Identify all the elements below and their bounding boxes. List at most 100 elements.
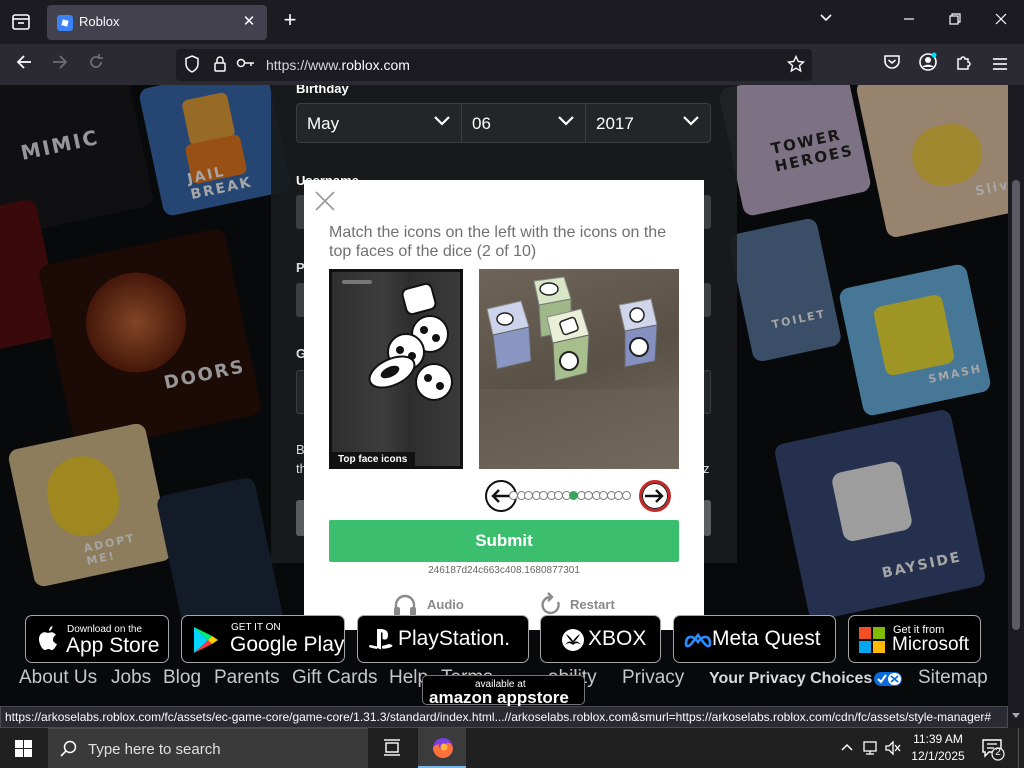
- clock-time: 11:39 AM: [913, 732, 963, 746]
- birthday-month-select[interactable]: May: [296, 103, 462, 143]
- audio-label: Audio: [427, 597, 464, 612]
- task-view-button[interactable]: [372, 728, 412, 768]
- tab-list-icon: [12, 14, 30, 30]
- tab-title: Roblox: [79, 14, 120, 29]
- volume-muted-icon[interactable]: [884, 740, 902, 756]
- account-button[interactable]: [915, 52, 941, 78]
- url-prefix: https://www.: [266, 57, 342, 73]
- password-field-edge: [703, 283, 711, 317]
- day-value: 06: [472, 114, 491, 133]
- birthday-day-select[interactable]: 06: [461, 103, 586, 143]
- close-icon: [315, 191, 335, 211]
- app-menu-button[interactable]: [987, 52, 1013, 78]
- username-field-edge: [703, 195, 711, 229]
- pager-dot[interactable]: [621, 491, 631, 500]
- chevron-down-icon: [558, 116, 574, 126]
- tray-overflow-chevron-icon[interactable]: [838, 740, 856, 756]
- restart-label: Restart: [570, 597, 615, 612]
- footer-link-privacy[interactable]: Privacy: [622, 667, 684, 689]
- microsoft-logo-icon: [859, 627, 885, 653]
- birthday-label: Birthday: [296, 85, 349, 96]
- system-clock[interactable]: 11:39 AM 12/1/2025: [903, 731, 973, 765]
- page-scrollbar[interactable]: [1008, 85, 1024, 706]
- minimize-icon: [904, 18, 914, 20]
- extensions-button[interactable]: [951, 52, 977, 78]
- minimize-button[interactable]: [895, 8, 923, 36]
- scrollbar-thumb[interactable]: [1012, 180, 1020, 630]
- list-all-tabs-button[interactable]: [812, 8, 840, 36]
- tracking-protection-shield-icon[interactable]: [182, 55, 202, 75]
- restore-button[interactable]: [941, 8, 969, 36]
- birthday-year-select[interactable]: 2017: [585, 103, 711, 143]
- playstation-text: PlayStation.: [398, 627, 511, 650]
- url-bar[interactable]: https://www.roblox.com: [176, 49, 812, 81]
- start-button[interactable]: [0, 728, 48, 768]
- back-button[interactable]: [11, 52, 37, 78]
- url-text[interactable]: https://www.roblox.com: [266, 57, 410, 73]
- captcha-close-button[interactable]: [314, 190, 336, 212]
- footer-link-gift-cards[interactable]: Gift Cards: [292, 667, 378, 689]
- microsoft-big-text: Microsoft: [892, 634, 970, 655]
- playstation-badge[interactable]: PlayStation.: [357, 615, 529, 663]
- amazon-big-text: amazon appstore: [429, 688, 569, 706]
- submit-button[interactable]: Submit: [329, 520, 679, 562]
- notification-center-button[interactable]: 2: [980, 736, 1006, 762]
- arrow-right-icon: [645, 489, 664, 503]
- chevron-down-icon: [683, 116, 699, 126]
- image-pager: [479, 480, 679, 512]
- meta-logo-icon: [684, 632, 712, 648]
- footer-link-blog[interactable]: Blog: [163, 667, 201, 689]
- back-arrow-icon: [16, 55, 31, 69]
- navigation-toolbar: https://www.roblox.com: [0, 44, 1024, 85]
- microsoft-store-badge[interactable]: Get it from Microsoft: [848, 615, 981, 663]
- pocket-icon: [884, 55, 900, 69]
- new-tab-button[interactable]: +: [278, 9, 302, 33]
- status-corner: [1008, 706, 1024, 728]
- network-icon[interactable]: [862, 740, 880, 756]
- footer-link-jobs[interactable]: Jobs: [111, 667, 151, 689]
- notification-icon: [982, 739, 1005, 761]
- captcha-instructions: Match the icons on the left with the ico…: [329, 224, 667, 260]
- dice-photo: [479, 276, 679, 469]
- tab-list-button[interactable]: [8, 9, 34, 35]
- tab-close-icon[interactable]: ✕: [239, 12, 259, 32]
- playstation-logo-icon: [368, 629, 393, 650]
- gender-selector-edge: [703, 370, 711, 414]
- browser-tab-bar: Roblox ✕ +: [0, 0, 1024, 44]
- roblox-favicon-icon: [57, 15, 73, 31]
- close-window-button[interactable]: [987, 8, 1015, 36]
- tab-roblox[interactable]: Roblox ✕: [47, 5, 267, 40]
- captcha-dialog: Match the icons on the left with the ico…: [304, 180, 704, 630]
- taskbar-search[interactable]: Type here to search: [48, 728, 368, 768]
- month-value: May: [307, 114, 340, 133]
- reference-icons-image: [342, 280, 453, 401]
- footer-link-parents[interactable]: Parents: [214, 667, 279, 689]
- meta-quest-text: Meta Quest: [712, 627, 821, 650]
- reload-icon: [90, 54, 103, 68]
- app-store-badge[interactable]: Download on the App Store: [25, 615, 169, 663]
- next-image-button[interactable]: [639, 480, 671, 512]
- xbox-text: XBOX: [588, 627, 647, 650]
- pocket-button[interactable]: [879, 52, 905, 78]
- bookmark-star-icon[interactable]: [786, 54, 806, 75]
- reference-panel-caption: Top face icons: [332, 452, 416, 466]
- xbox-badge[interactable]: XBOX: [540, 615, 661, 663]
- permissions-key-icon[interactable]: [236, 55, 256, 75]
- footer-link-about[interactable]: About Us: [19, 667, 97, 689]
- chevron-down-icon: [434, 116, 450, 126]
- app-store-big-text: App Store: [66, 634, 160, 657]
- show-desktop-button[interactable]: [1018, 728, 1024, 768]
- meta-quest-badge[interactable]: Meta Quest: [673, 615, 836, 663]
- footer-link-sitemap[interactable]: Sitemap: [918, 667, 988, 689]
- google-play-badge[interactable]: GET IT ON Google Play: [181, 615, 345, 663]
- forward-button[interactable]: [47, 52, 73, 78]
- padlock-icon[interactable]: [210, 55, 230, 75]
- reference-icons-panel: Top face icons: [329, 269, 463, 469]
- reload-button[interactable]: [83, 52, 109, 78]
- privacy-choices-link[interactable]: Your Privacy Choices: [709, 670, 903, 688]
- url-domain: roblox.com: [341, 57, 410, 73]
- taskbar-firefox[interactable]: [418, 728, 466, 768]
- restore-icon: [949, 13, 961, 25]
- amazon-appstore-badge[interactable]: available at amazon appstore: [422, 675, 585, 706]
- xbox-logo-icon: [562, 629, 584, 651]
